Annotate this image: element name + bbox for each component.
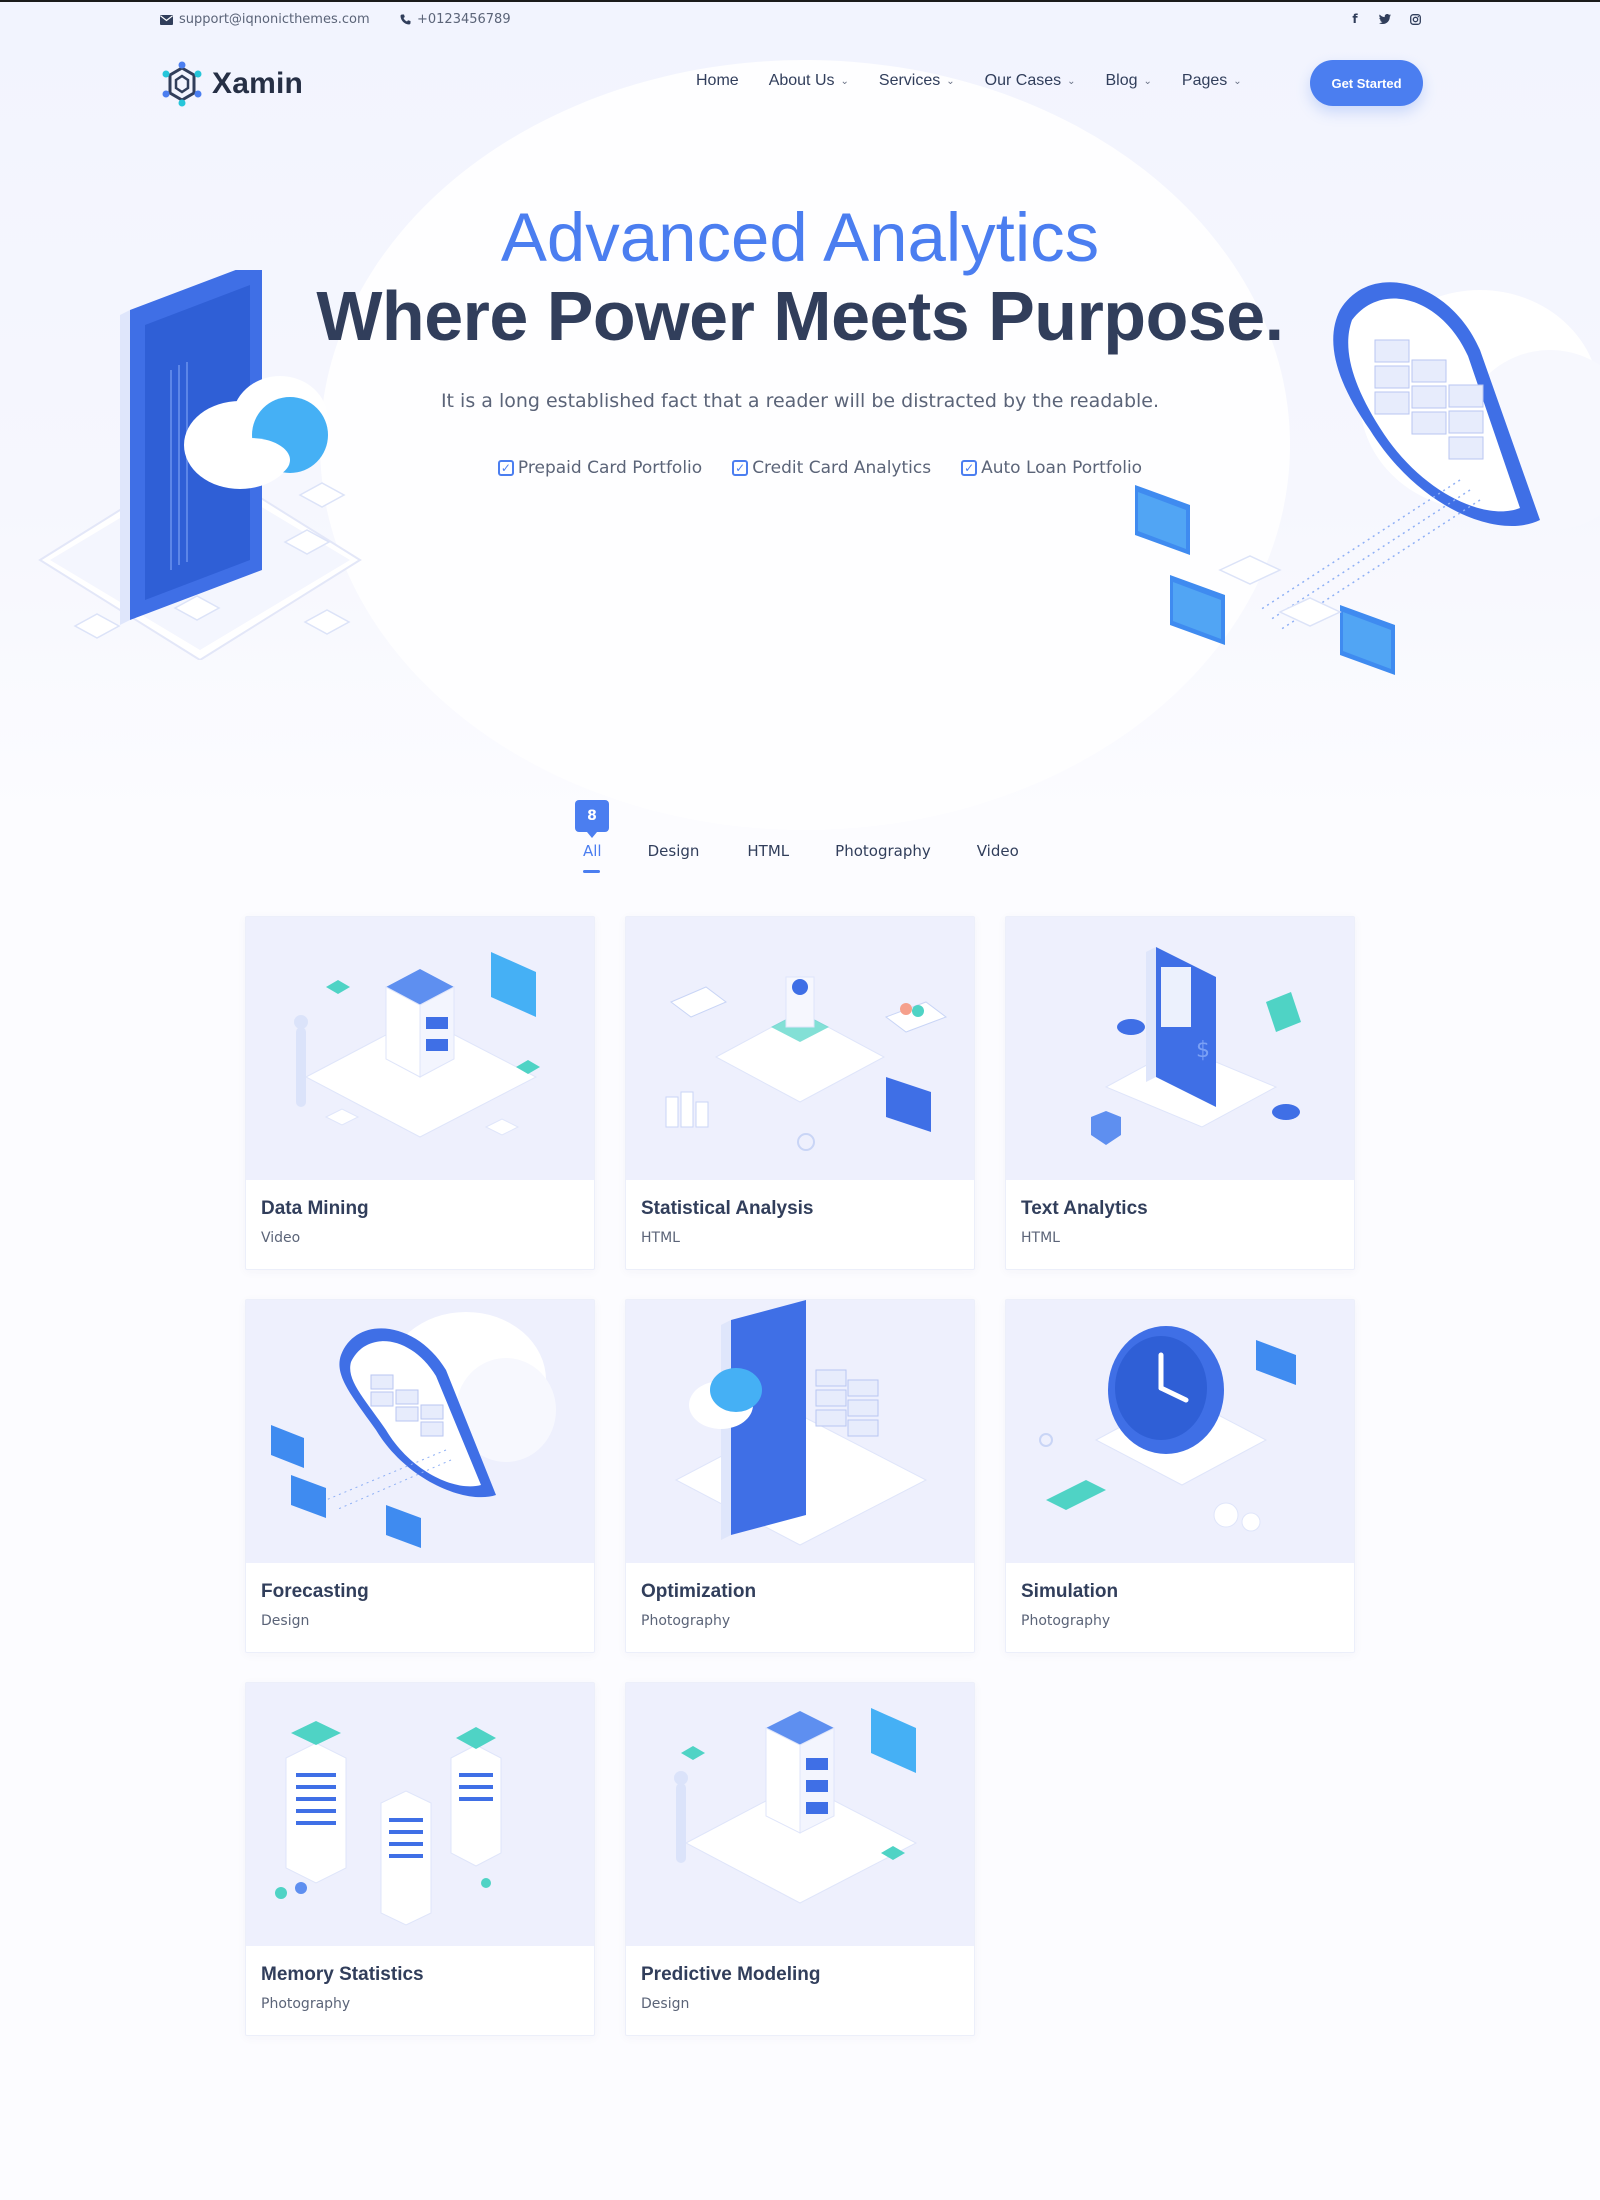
nav-item-our-cases[interactable]: Our Cases ⌄: [985, 72, 1076, 90]
tab-photography[interactable]: Photography: [835, 842, 931, 860]
card-title: Text Analytics: [1021, 1198, 1148, 1219]
chevron-down-icon: ⌄: [1233, 75, 1242, 87]
twitter-icon[interactable]: [1378, 12, 1392, 26]
top-border: [0, 0, 1600, 2]
portfolio-card[interactable]: $ Text Analytics HTML: [1005, 916, 1355, 1270]
card-title: Predictive Modeling: [641, 1964, 821, 1985]
tab-design[interactable]: Design: [648, 842, 700, 860]
hero-heading: Where Power Meets Purpose.: [316, 277, 1284, 355]
portfolio-card[interactable]: Simulation Photography: [1005, 1299, 1355, 1653]
feature-label: Prepaid Card Portfolio: [517, 458, 703, 478]
nav-label: Services: [878, 72, 941, 89]
nav-label: Home: [696, 72, 739, 89]
card-title: Memory Statistics: [261, 1964, 424, 1985]
nav-item-home[interactable]: Home: [696, 72, 739, 90]
nav-label: About Us: [768, 72, 835, 89]
card-thumbnail: [626, 1683, 974, 1946]
nav-label: Blog: [1105, 72, 1138, 89]
site-logo[interactable]: Xamin: [160, 60, 303, 108]
card-title: Statistical Analysis: [641, 1198, 814, 1219]
checkbox-icon: ✓: [961, 460, 978, 476]
portfolio-card[interactable]: Memory Statistics Photography: [245, 1682, 595, 2036]
svg-text:$: $: [1196, 1038, 1210, 1063]
chevron-down-icon: ⌄: [840, 75, 849, 87]
card-title: Simulation: [1021, 1581, 1119, 1602]
portfolio-grid: Data Mining Video Statistical Analysis H…: [245, 916, 1355, 2036]
item-count-badge: 8: [575, 800, 609, 838]
email-text: support@iqnonicthemes.com: [179, 12, 370, 27]
main-nav: Home About Us ⌄ Services ⌄ Our Cases ⌄ Blog…: [696, 72, 1242, 90]
card-thumbnail: [626, 917, 974, 1180]
hero-title: Advanced Analytics: [500, 199, 1100, 276]
hero-features: ✓ Prepaid Card Portfolio ✓ Credit Card A…: [490, 458, 1150, 478]
email-contact[interactable]: support@iqnonicthemes.com: [160, 12, 370, 27]
card-title: Optimization: [641, 1581, 757, 1602]
facebook-icon[interactable]: f: [1348, 12, 1362, 26]
instagram-icon[interactable]: [1408, 12, 1422, 26]
feature-label: Credit Card Analytics: [752, 458, 932, 478]
tab-video[interactable]: Video: [977, 842, 1019, 860]
checkbox-icon: ✓: [497, 460, 514, 476]
card-title: Data Mining: [261, 1198, 369, 1219]
nav-label: Our Cases: [984, 72, 1062, 89]
card-thumbnail: [246, 917, 594, 1180]
feature-label: Auto Loan Portfolio: [981, 458, 1143, 478]
portfolio-card[interactable]: Forecasting Design: [245, 1299, 595, 1653]
chevron-down-icon: ⌄: [946, 75, 955, 87]
top-bar: support@iqnonicthemes.com +0123456789 f: [160, 12, 1422, 34]
card-thumbnail: [246, 1300, 594, 1563]
feature-item: ✓ Credit Card Analytics: [732, 458, 931, 478]
nav-label: Pages: [1181, 72, 1228, 89]
phone-icon: [400, 14, 411, 25]
card-category: Video: [261, 1230, 301, 1246]
nav-item-services[interactable]: Services ⌄: [879, 72, 955, 90]
tab-all[interactable]: All: [583, 842, 602, 860]
feature-item: ✓ Auto Loan Portfolio: [961, 458, 1142, 478]
portfolio-card[interactable]: Optimization Photography: [625, 1299, 975, 1653]
logo-text: Xamin: [212, 67, 304, 100]
card-category: Design: [261, 1613, 310, 1629]
card-category: HTML: [1021, 1230, 1060, 1246]
feature-item: ✓ Prepaid Card Portfolio: [497, 458, 703, 478]
nav-item-blog[interactable]: Blog ⌄: [1106, 72, 1152, 90]
social-links: f: [1348, 12, 1422, 26]
card-thumbnail: [246, 1683, 594, 1946]
nav-item-pages[interactable]: Pages ⌄: [1182, 72, 1242, 90]
phone-text: +0123456789: [417, 12, 511, 27]
portfolio-card[interactable]: Predictive Modeling Design: [625, 1682, 975, 2036]
nav-item-about-us[interactable]: About Us ⌄: [769, 72, 849, 90]
active-tab-indicator: [583, 870, 600, 873]
portfolio-card[interactable]: Statistical Analysis HTML: [625, 916, 975, 1270]
card-thumbnail: $: [1006, 917, 1354, 1180]
checkbox-icon: ✓: [732, 460, 749, 476]
chevron-down-icon: ⌄: [1067, 75, 1076, 87]
card-category: Design: [641, 1996, 690, 2012]
card-category: Photography: [641, 1613, 731, 1629]
filter-tabs: All Design HTML Photography Video: [560, 842, 1019, 860]
get-started-button[interactable]: Get Started: [1310, 60, 1423, 106]
card-category: Photography: [261, 1996, 351, 2012]
card-category: HTML: [641, 1230, 680, 1246]
portfolio-filters: 8 All Design HTML Photography Video: [560, 800, 1040, 880]
phone-contact[interactable]: +0123456789: [400, 12, 511, 27]
portfolio-card[interactable]: Data Mining Video: [245, 916, 595, 1270]
logo-icon: [162, 61, 202, 107]
tab-html[interactable]: HTML: [747, 842, 789, 860]
card-thumbnail: [626, 1300, 974, 1563]
envelope-icon: [160, 14, 173, 25]
card-category: Photography: [1021, 1613, 1111, 1629]
chevron-down-icon: ⌄: [1143, 75, 1152, 87]
hero-subtitle: It is a long established fact that a rea…: [440, 390, 1160, 412]
card-thumbnail: [1006, 1300, 1354, 1563]
card-title: Forecasting: [261, 1581, 369, 1602]
